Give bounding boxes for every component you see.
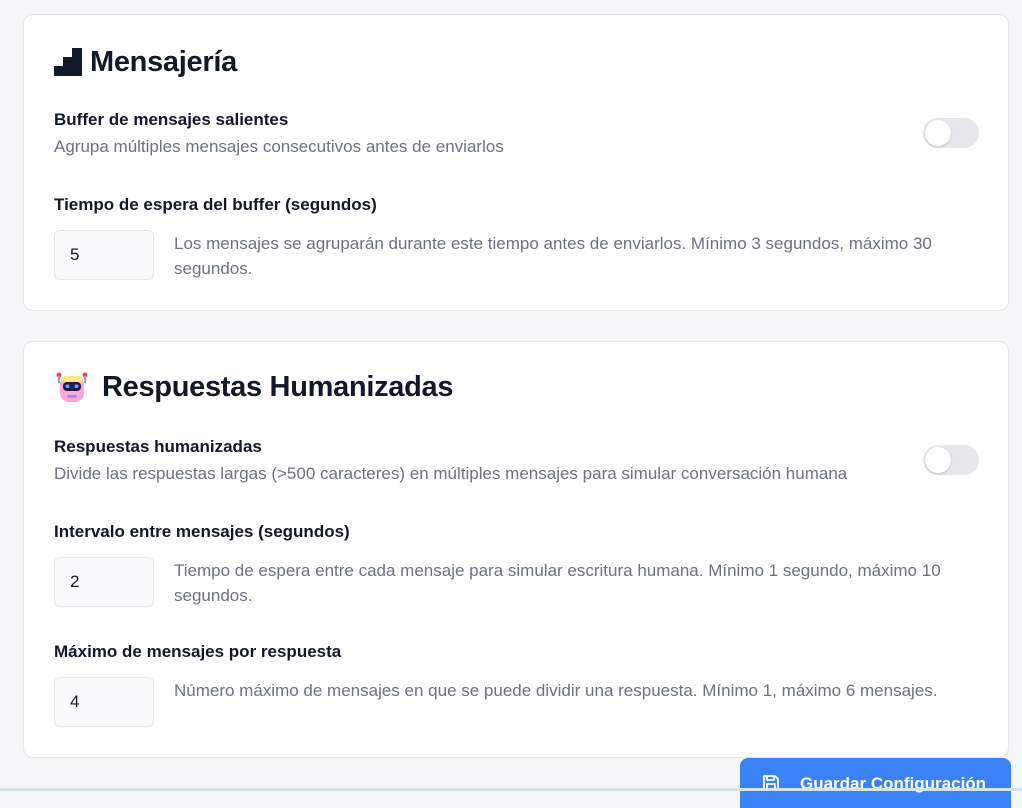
toggle-knob — [925, 120, 951, 146]
stairs-icon — [54, 48, 82, 76]
max-messages-label: Máximo de mensajes por respuesta — [54, 642, 342, 661]
messaging-title-text: Mensajería — [90, 45, 237, 78]
interval-input[interactable] — [54, 557, 154, 607]
wait-time-help: Los mensajes se agruparán durante este t… — [174, 234, 932, 278]
humanized-title: Respuestas Humanizadas — [54, 368, 454, 406]
humanized-title-text: Respuestas Humanizadas — [102, 370, 454, 403]
buffer-description: Agrupa múltiples mensajes consecutivos a… — [54, 137, 504, 156]
messaging-card: Mensajería Buffer de mensajes salientes … — [23, 14, 1009, 311]
humanized-toggle[interactable] — [923, 445, 979, 475]
interval-label: Intervalo entre mensajes (segundos) — [54, 522, 350, 541]
wait-time-input[interactable] — [54, 230, 154, 280]
max-messages-input[interactable] — [54, 677, 154, 727]
interval-help: Tiempo de espera entre cada mensaje para… — [174, 561, 941, 605]
toggle-knob — [925, 447, 951, 473]
save-config-button[interactable]: Guardar Configuración — [740, 758, 1011, 808]
wait-time-label: Tiempo de espera del buffer (segundos) — [54, 195, 377, 214]
robot-icon — [54, 370, 90, 404]
buffer-label: Buffer de mensajes salientes — [54, 110, 289, 129]
buffer-toggle[interactable] — [923, 118, 979, 148]
save-button-label: Guardar Configuración — [800, 774, 987, 793]
humanized-card: Respuestas Humanizadas Respuestas humani… — [23, 341, 1009, 758]
max-messages-help: Número máximo de mensajes en que se pued… — [174, 681, 938, 700]
humanized-label: Respuestas humanizadas — [54, 437, 262, 456]
humanized-description: Divide las respuestas largas (>500 carac… — [54, 464, 848, 483]
messaging-title: Mensajería — [54, 43, 237, 81]
